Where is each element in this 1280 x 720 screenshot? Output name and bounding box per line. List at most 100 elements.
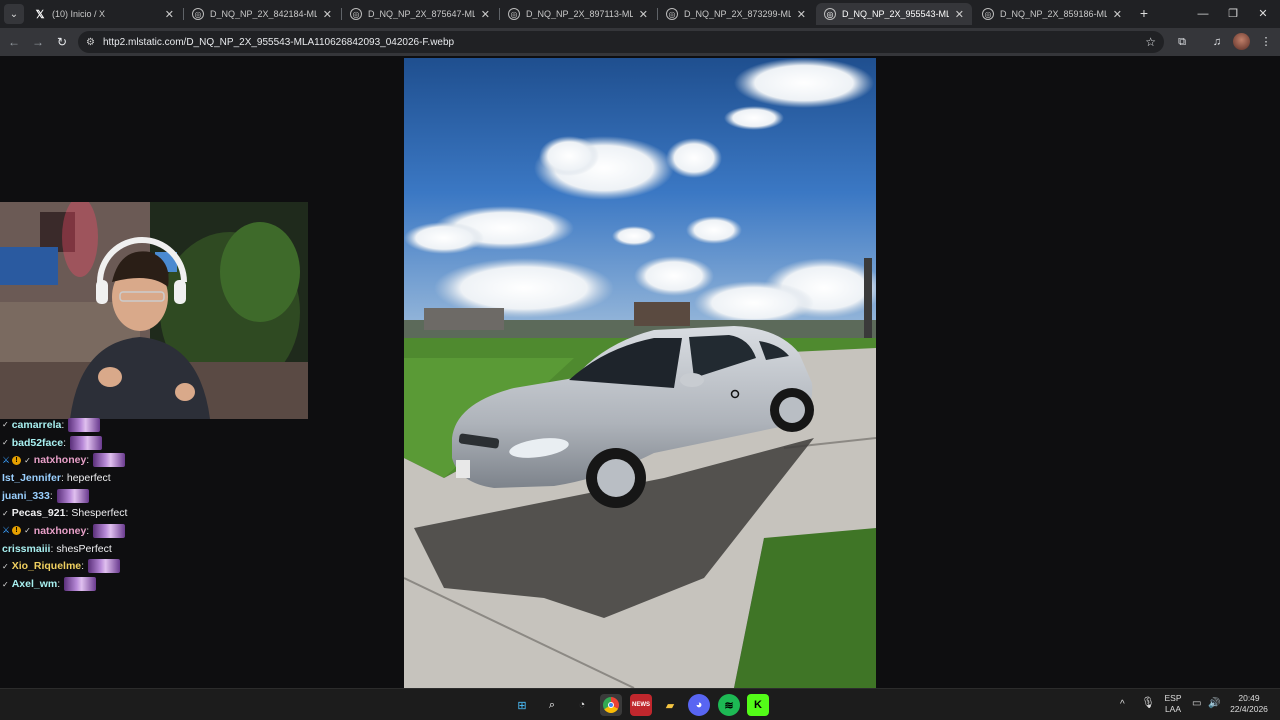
tab-close-icon[interactable]: ✕ [1113, 8, 1122, 21]
network-icon[interactable]: ▭ [1192, 698, 1201, 709]
url-text[interactable]: http2.mlstatic.com/D_NQ_NP_2X_955543-MLA… [103, 37, 1145, 48]
globe-icon: ◎ [350, 8, 362, 20]
webcam-feed-illustration [0, 202, 308, 419]
more-menu-icon[interactable]: ⋮ [1256, 32, 1276, 52]
windows-start-icon[interactable]: ⊞ [511, 694, 533, 716]
chrome-icon[interactable] [600, 694, 622, 716]
chat-text: Shesperfect [71, 507, 128, 520]
chat-message: ⚔! ✓ natxhoney: [2, 451, 322, 469]
chat-message: ✓ Axel_wm: [2, 575, 322, 593]
browser-tab[interactable]: ◎ D_NQ_NP_2X_859186-MLA110 ✕ [974, 3, 1130, 25]
chat-username: natxhoney [33, 454, 87, 467]
tab-close-icon[interactable]: ✕ [481, 8, 490, 21]
chat-colon: : [81, 560, 85, 573]
clock-date: 22/4/2026 [1230, 704, 1268, 714]
chat-colon: : [65, 507, 69, 520]
bookmark-star-icon[interactable]: ☆ [1145, 35, 1156, 49]
chat-emote-icon [70, 435, 102, 450]
browser-tab[interactable]: ◎ D_NQ_NP_2X_842184-MLA110 ✕ [184, 3, 340, 25]
chat-text: heperfect [66, 471, 111, 484]
globe-icon: ◎ [982, 8, 994, 20]
tab-close-icon[interactable]: ✕ [797, 8, 806, 21]
chat-colon: : [86, 524, 90, 537]
verified-badge-icon: ✓ [2, 508, 9, 518]
verified-badge-icon: ✓ [2, 561, 9, 571]
browser-tab[interactable]: ◎ D_NQ_NP_2X_897113-MLA109 ✕ [500, 3, 656, 25]
spotify-icon[interactable]: ≋ [718, 694, 740, 716]
volume-icon[interactable]: 🔊 [1208, 698, 1220, 709]
tab-title: D_NQ_NP_2X_873299-MLA109 [684, 9, 791, 19]
search-icon[interactable]: ⌕ [541, 694, 563, 716]
chat-message: ✓ bad52face: [2, 434, 322, 452]
globe-icon: ◎ [666, 8, 678, 20]
chat-emote-icon [93, 453, 126, 468]
tab-strip: ⌄ 𝕏 (10) Inicio / X ✕ ◎ D_NQ_NP_2X_842184-ML… [0, 0, 1280, 28]
chat-username: camarrela [11, 418, 62, 431]
file-explorer-icon[interactable]: ▰ [659, 694, 681, 716]
chat-message: ✓ camarrela: [2, 416, 322, 434]
kick-icon[interactable]: K [747, 694, 769, 716]
displayed-image-car[interactable] [404, 58, 876, 688]
verified-badge-icon: ✓ [2, 438, 9, 448]
tab-close-icon[interactable]: ✕ [323, 8, 332, 21]
new-tab-button[interactable]: + [1136, 5, 1152, 21]
chat-username: Ist_Jennifer [2, 471, 61, 484]
tab-separator [341, 8, 342, 20]
chat-colon: : [57, 578, 61, 591]
task-icon[interactable]: ◔ [571, 694, 593, 716]
chat-username: natxhoney [33, 524, 87, 537]
verified-badge-icon: ✓ [24, 526, 31, 536]
browser-tab[interactable]: ◎ D_NQ_NP_2X_875647-MLA109 ✕ [342, 3, 498, 25]
forward-button[interactable]: → [28, 32, 48, 52]
chat-colon: : [49, 489, 53, 502]
chat-emote-icon [64, 577, 97, 592]
extensions-icon[interactable]: ⧉ [1172, 32, 1192, 52]
tray-overflow-icon[interactable]: ^ [1120, 699, 1125, 710]
reload-button[interactable]: ↻ [52, 32, 72, 52]
tab-separator [183, 8, 184, 20]
restore-button[interactable]: ❐ [1218, 4, 1248, 24]
chat-emote-icon [68, 417, 101, 432]
language-indicator[interactable]: ESP LAA [1162, 693, 1184, 715]
browser-tab[interactable]: ◎ D_NQ_NP_2X_873299-MLA109 ✕ [658, 3, 814, 25]
x-logo-icon: 𝕏 [35, 8, 45, 21]
clock[interactable]: 20:49 22/4/2026 [1226, 693, 1272, 715]
plus-icon: + [1139, 5, 1149, 21]
tab-separator [499, 8, 500, 20]
tab-title: (10) Inicio / X [52, 9, 106, 19]
chat-username: juani_333 [2, 489, 50, 502]
chat-username: crissmaiii [2, 542, 51, 555]
chat-message: ⚔! ✓ natxhoney: [2, 522, 322, 540]
tab-search-menu-button[interactable]: ⌄ [4, 4, 24, 24]
tab-title: D_NQ_NP_2X_897113-MLA109 [526, 9, 633, 19]
back-button[interactable]: ← [4, 32, 24, 52]
minimize-icon: — [1197, 8, 1209, 20]
tab-title: D_NQ_NP_2X_955543-MLA110 [842, 9, 949, 19]
browser-toolbar: ← → ↻ ⚙ http2.mlstatic.com/D_NQ_NP_2X_95… [0, 28, 1280, 56]
close-window-button[interactable]: ✕ [1248, 4, 1278, 24]
page-viewport: ✓ camarrela: ✓ bad52face: ⚔! ✓ natxhoney: Ist_J… [0, 56, 1280, 688]
tab-close-icon[interactable]: ✕ [165, 8, 174, 21]
browser-tab[interactable]: 𝕏 (10) Inicio / X ✕ [26, 3, 182, 25]
media-controls-icon[interactable]: ♫ [1207, 32, 1227, 52]
chat-colon: : [60, 471, 64, 484]
tab-title: D_NQ_NP_2X_859186-MLA110 [1000, 9, 1107, 19]
arrow-left-icon: ← [8, 35, 20, 49]
tab-close-icon[interactable]: ✕ [639, 8, 648, 21]
site-info-icon[interactable]: ⚙ [86, 37, 95, 48]
microphone-icon[interactable]: 🎙 [1141, 698, 1155, 709]
chat-message: crissmaiii: shesPerfect [2, 540, 322, 558]
tab-close-icon[interactable]: ✕ [955, 8, 964, 21]
chat-colon: : [50, 542, 54, 555]
language-bottom: LAA [1164, 704, 1182, 714]
profile-avatar[interactable] [1233, 33, 1250, 50]
chat-username: Axel_wm [11, 578, 58, 591]
reload-icon: ↻ [56, 35, 68, 49]
chat-colon: : [86, 454, 90, 467]
news-app-icon[interactable]: NEWS [630, 694, 652, 716]
chat-username: Xio_Riquelme [11, 560, 82, 573]
browser-tab[interactable]: ◎ D_NQ_NP_2X_955543-MLA110 ✕ [816, 3, 972, 25]
minimize-button[interactable]: — [1188, 4, 1218, 24]
address-bar[interactable]: ⚙ http2.mlstatic.com/D_NQ_NP_2X_955543-M… [78, 31, 1164, 53]
discord-icon[interactable]: ◕ [688, 694, 710, 716]
